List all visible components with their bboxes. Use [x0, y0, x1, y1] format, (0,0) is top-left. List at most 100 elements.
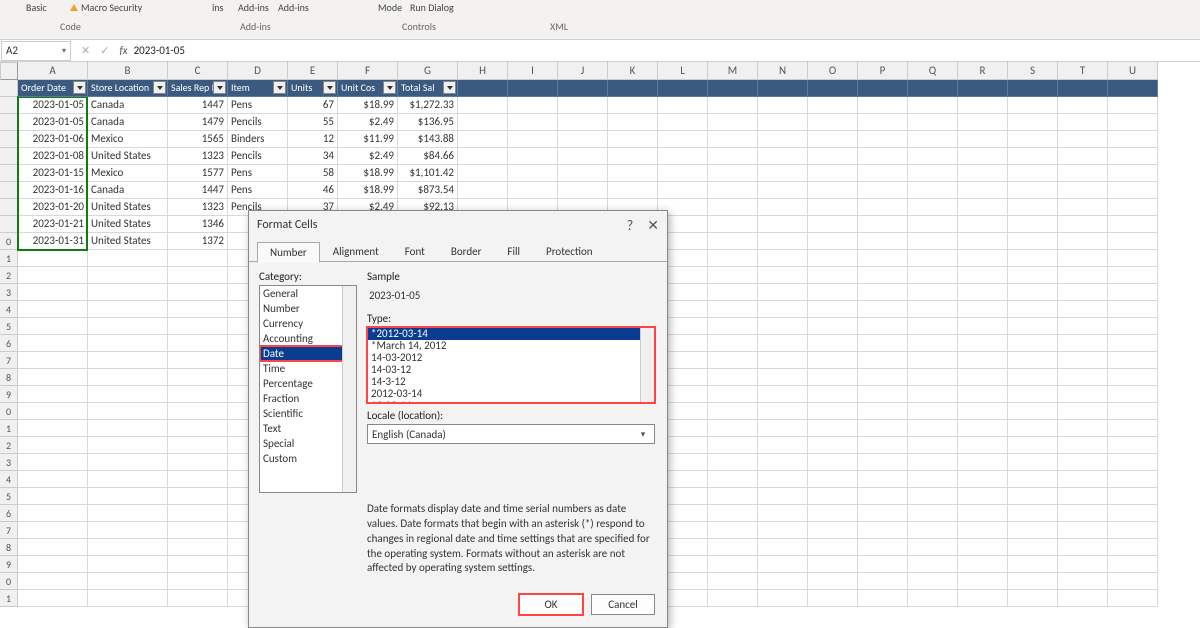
cell[interactable]	[908, 403, 958, 420]
cell[interactable]	[958, 267, 1008, 284]
cell[interactable]	[168, 573, 228, 590]
cell[interactable]	[1108, 403, 1158, 420]
cell[interactable]: 1346	[168, 216, 228, 233]
column-header[interactable]: O	[808, 62, 858, 80]
cell[interactable]	[758, 352, 808, 369]
cell[interactable]	[558, 148, 608, 165]
cell[interactable]	[1108, 131, 1158, 148]
cell[interactable]	[858, 420, 908, 437]
cell[interactable]	[1008, 437, 1058, 454]
cell[interactable]	[708, 301, 758, 318]
cell[interactable]	[18, 352, 88, 369]
cell[interactable]	[858, 233, 908, 250]
cell[interactable]	[1058, 267, 1108, 284]
cell[interactable]: 1577	[168, 165, 228, 182]
cell[interactable]	[18, 573, 88, 590]
cell[interactable]	[708, 97, 758, 114]
cell[interactable]	[708, 369, 758, 386]
cell[interactable]	[1108, 284, 1158, 301]
cell[interactable]	[958, 284, 1008, 301]
cell[interactable]	[708, 522, 758, 539]
cell[interactable]: 55	[288, 114, 338, 131]
cell[interactable]	[1008, 233, 1058, 250]
cell[interactable]	[858, 114, 908, 131]
cell[interactable]	[608, 165, 658, 182]
cell[interactable]	[168, 556, 228, 573]
cell[interactable]	[858, 488, 908, 505]
cell[interactable]: Pens	[228, 165, 288, 182]
cell[interactable]	[658, 182, 708, 199]
cell[interactable]	[708, 403, 758, 420]
cell[interactable]	[88, 318, 168, 335]
cancel-formula-icon[interactable]: ✕	[81, 44, 90, 57]
row-header[interactable]: 1	[0, 590, 18, 607]
table-header-cell[interactable]	[1058, 80, 1108, 97]
cell[interactable]	[1008, 335, 1058, 352]
cell[interactable]	[958, 369, 1008, 386]
cell[interactable]	[858, 556, 908, 573]
cell[interactable]	[1108, 454, 1158, 471]
cell[interactable]	[758, 437, 808, 454]
cell[interactable]	[758, 114, 808, 131]
cell[interactable]	[958, 522, 1008, 539]
cell[interactable]: 1447	[168, 182, 228, 199]
cell[interactable]	[908, 420, 958, 437]
cell[interactable]: 2023-01-16	[18, 182, 88, 199]
cell[interactable]: $11.99	[338, 131, 398, 148]
cell[interactable]	[908, 488, 958, 505]
cell[interactable]	[658, 114, 708, 131]
cell[interactable]	[858, 250, 908, 267]
cell[interactable]	[908, 267, 958, 284]
cell[interactable]	[808, 352, 858, 369]
cell[interactable]	[908, 505, 958, 522]
column-header[interactable]: P	[858, 62, 908, 80]
cell[interactable]	[1058, 590, 1108, 607]
table-header-cell[interactable]	[508, 80, 558, 97]
cell[interactable]	[958, 539, 1008, 556]
cell[interactable]	[168, 505, 228, 522]
cell[interactable]	[708, 216, 758, 233]
cell[interactable]	[758, 454, 808, 471]
cell[interactable]	[88, 471, 168, 488]
cell[interactable]	[808, 573, 858, 590]
cell[interactable]	[1108, 318, 1158, 335]
filter-dropdown-icon[interactable]	[323, 81, 336, 94]
cell[interactable]	[908, 471, 958, 488]
cell[interactable]	[858, 573, 908, 590]
cell[interactable]	[1058, 386, 1108, 403]
cell[interactable]	[658, 97, 708, 114]
cell[interactable]	[1008, 488, 1058, 505]
cell[interactable]	[18, 488, 88, 505]
cell[interactable]	[18, 522, 88, 539]
cell[interactable]	[658, 131, 708, 148]
cell[interactable]: United States	[88, 216, 168, 233]
cell[interactable]	[558, 165, 608, 182]
cell[interactable]	[1108, 471, 1158, 488]
cell[interactable]	[168, 488, 228, 505]
type-item[interactable]: 14-03-12	[368, 364, 654, 376]
cell[interactable]: 1565	[168, 131, 228, 148]
cell[interactable]	[708, 437, 758, 454]
cell[interactable]	[168, 267, 228, 284]
cell[interactable]	[88, 488, 168, 505]
cell[interactable]: $18.99	[338, 97, 398, 114]
cell[interactable]	[958, 250, 1008, 267]
cell[interactable]	[1008, 284, 1058, 301]
cell[interactable]	[1008, 267, 1058, 284]
column-header[interactable]: L	[658, 62, 708, 80]
cell[interactable]	[608, 182, 658, 199]
cell[interactable]	[758, 318, 808, 335]
table-header-cell[interactable]	[1008, 80, 1058, 97]
cell[interactable]: Pens	[228, 182, 288, 199]
cell[interactable]	[908, 539, 958, 556]
cell[interactable]	[1008, 199, 1058, 216]
cell[interactable]	[168, 454, 228, 471]
name-box[interactable]: A2 ▾	[1, 41, 71, 61]
cell[interactable]	[1008, 403, 1058, 420]
cell[interactable]	[88, 539, 168, 556]
cell[interactable]	[1108, 216, 1158, 233]
cell[interactable]	[18, 318, 88, 335]
cell[interactable]	[18, 437, 88, 454]
cell[interactable]	[758, 556, 808, 573]
cell[interactable]	[88, 284, 168, 301]
